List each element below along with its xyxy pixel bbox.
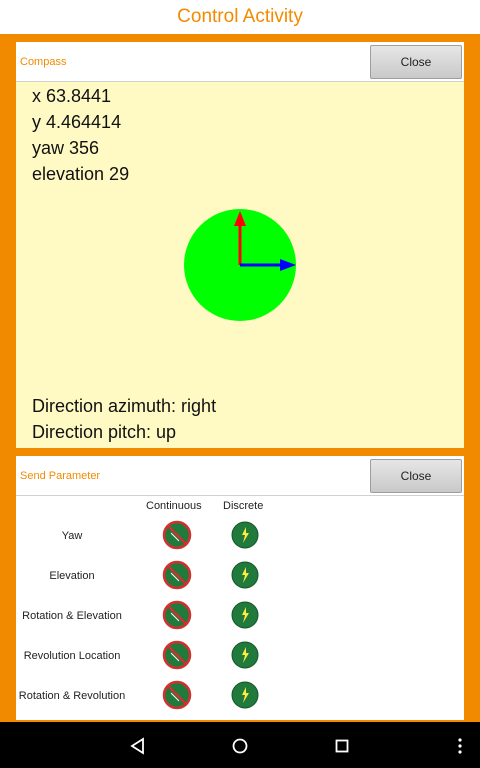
send-parameter-title: Send Parameter [20, 469, 101, 482]
send-parameter-header: Send Parameter Close [16, 456, 464, 496]
navigation-bar [0, 722, 480, 768]
rotation-elevation-continuous-disabled-icon[interactable] [162, 600, 192, 630]
send-parameter-close-button[interactable]: Close [370, 458, 462, 493]
compass-header: Compass Close [16, 42, 464, 82]
compass-title: Compass [20, 55, 67, 68]
row-label-rotation-revolution: Rotation & Revolution [18, 690, 126, 702]
revolution-location-discrete-enabled-icon[interactable] [230, 640, 260, 670]
back-icon[interactable] [126, 734, 150, 758]
compass-body: x 63.8441 y 4.464414 yaw 356 elevation 2… [16, 82, 464, 448]
rotation-revolution-discrete-enabled-icon[interactable] [230, 680, 260, 710]
elevation-continuous-disabled-icon[interactable] [162, 560, 192, 590]
column-continuous: Continuous [146, 500, 202, 512]
title-bar: Control Activity [0, 0, 480, 34]
home-icon[interactable] [228, 734, 252, 758]
recents-icon[interactable] [330, 734, 354, 758]
row-label-yaw: Yaw [61, 530, 83, 542]
elevation-discrete-enabled-icon[interactable] [230, 560, 260, 590]
y-reading: y 4.464414 [32, 112, 122, 132]
send-parameter-panel: Send Parameter Close Continuous Discrete… [16, 456, 464, 720]
compass-panel: Compass Close x 63.8441 y 4.464414 yaw 3… [16, 42, 464, 448]
rotation-elevation-discrete-enabled-icon[interactable] [230, 600, 260, 630]
azimuth-direction: Direction azimuth: right [32, 396, 217, 416]
revolution-location-continuous-disabled-icon[interactable] [162, 640, 192, 670]
compass-close-button[interactable]: Close [370, 44, 462, 79]
yaw-reading: yaw 356 [32, 138, 100, 158]
app-title: Control Activity [177, 6, 303, 27]
row-label-revolution-location: Revolution Location [23, 650, 121, 662]
more-icon[interactable] [448, 734, 472, 758]
compass-dial [184, 209, 296, 321]
x-reading: x 63.8441 [32, 86, 112, 106]
column-discrete: Discrete [223, 500, 264, 512]
pitch-direction: Direction pitch: up [32, 422, 177, 442]
rotation-revolution-continuous-disabled-icon[interactable] [162, 680, 192, 710]
row-label-elevation: Elevation [49, 570, 95, 582]
yaw-continuous-disabled-icon[interactable] [162, 520, 192, 550]
elevation-reading: elevation 29 [32, 164, 130, 184]
send-parameter-body: Continuous Discrete Yaw Elevation Rotati… [16, 496, 464, 720]
yaw-discrete-enabled-icon[interactable] [230, 520, 260, 550]
row-label-rotation-elevation: Rotation & Elevation [22, 610, 122, 622]
